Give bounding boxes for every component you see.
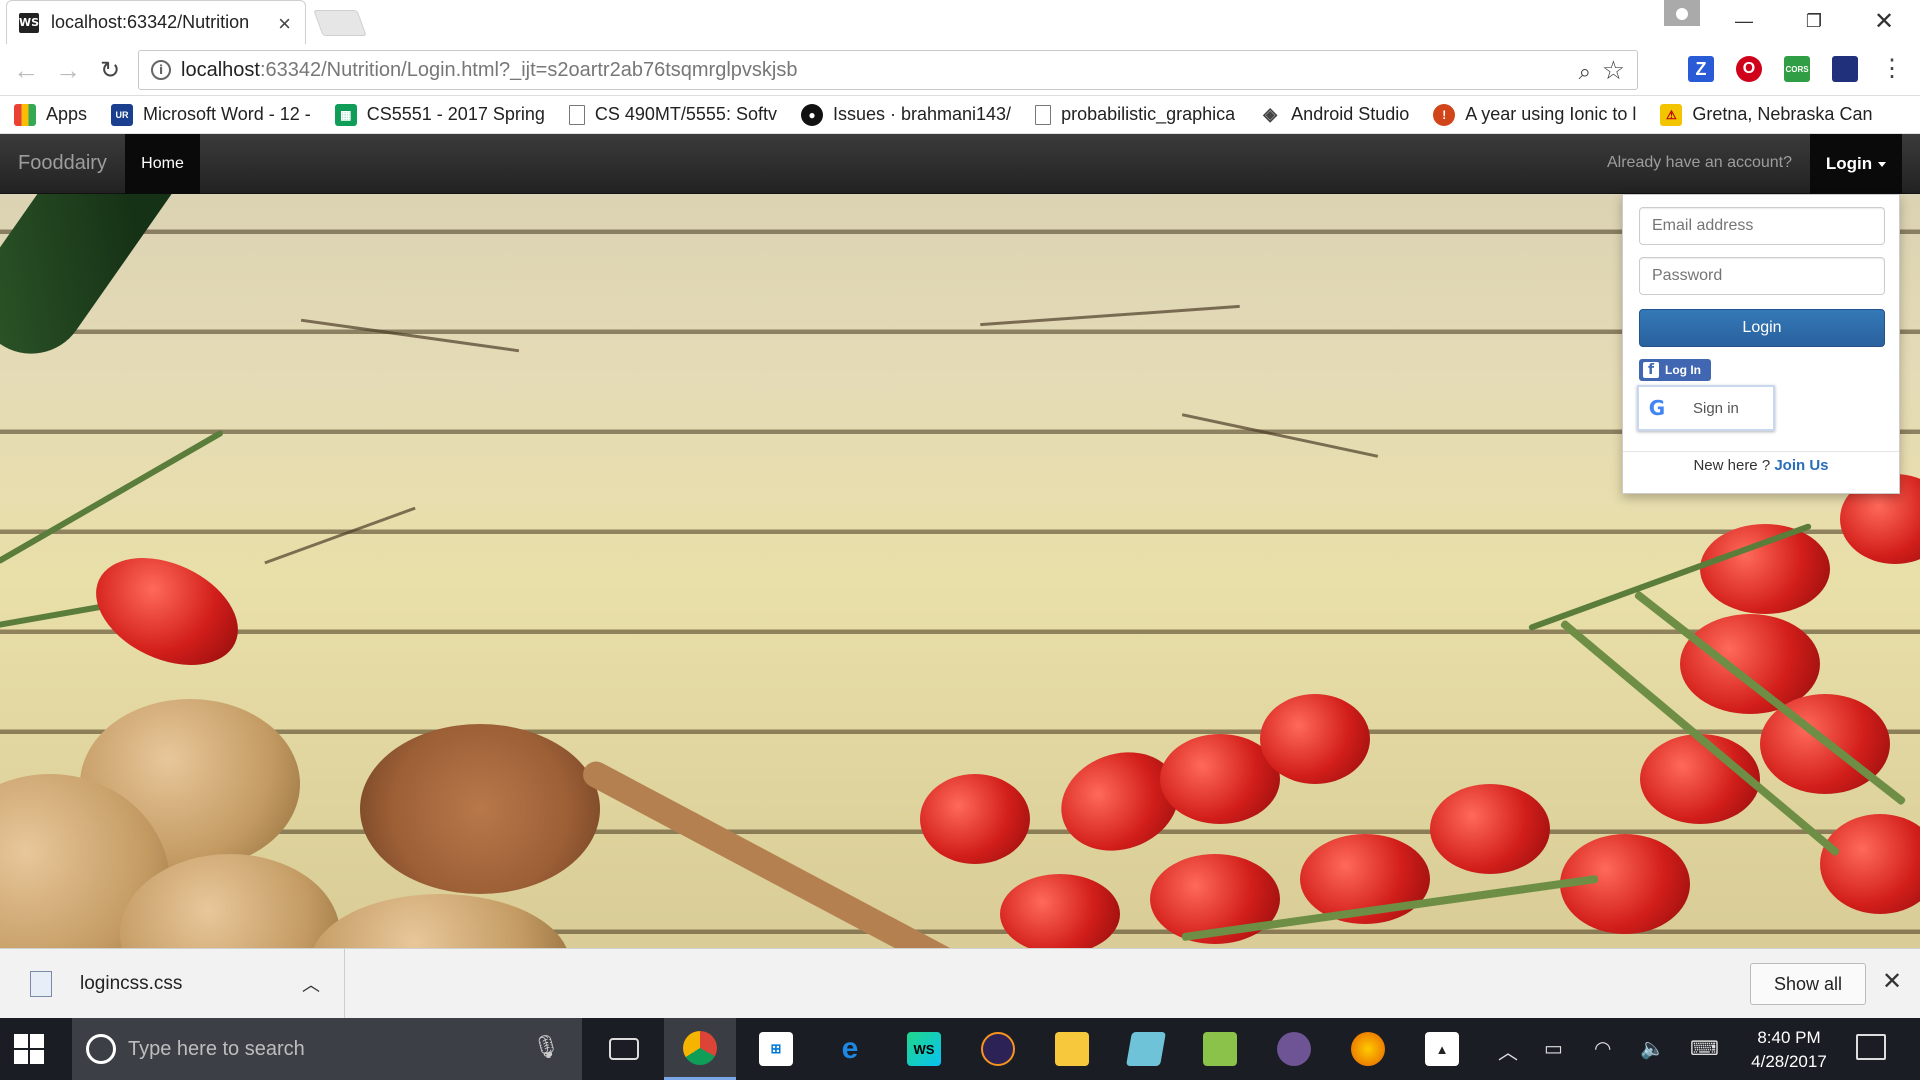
show-all-button[interactable]: Show all — [1750, 963, 1866, 1005]
bookmark-cs5551[interactable]: ▦ CS5551 - 2017 Spring — [334, 103, 545, 126]
battery-icon[interactable]: ▭ — [1544, 1036, 1563, 1061]
file-explorer-taskbar-icon[interactable] — [1036, 1018, 1108, 1080]
url-text: localhost:63342/Nutrition/Login.html?_ij… — [181, 58, 798, 81]
task-view-icon[interactable] — [588, 1018, 660, 1080]
account-question-text: Already have an account? — [1606, 154, 1792, 171]
email-field[interactable] — [1639, 207, 1885, 245]
profile-icon[interactable] — [1664, 0, 1700, 26]
photos-taskbar-icon[interactable]: ▲ — [1406, 1018, 1478, 1080]
system-clock[interactable]: 8:40 PM 4/28/2017 — [1742, 1026, 1836, 1074]
clock-date: 4/28/2017 — [1751, 1052, 1827, 1071]
reload-icon[interactable]: ↻ — [94, 54, 126, 86]
address-bar[interactable]: i localhost:63342/Nutrition/Login.html?_… — [138, 50, 1638, 90]
bookmark-apps[interactable]: Apps — [14, 103, 87, 126]
caret-down-icon — [1878, 161, 1887, 167]
android-studio-icon: ◈ — [1263, 104, 1278, 124]
download-item[interactable]: logincss.css ︿ — [0, 949, 345, 1019]
minimize-icon[interactable]: — — [1724, 6, 1764, 36]
tab-title: localhost:63342/Nutrition — [51, 12, 250, 32]
bookmarks-bar: Apps UR Microsoft Word - 12 - ▦ CS5551 -… — [0, 96, 1920, 134]
brand-logo[interactable]: Fooddairy — [18, 152, 107, 175]
flag-extension-icon[interactable] — [1832, 56, 1858, 82]
bookmark-probabilistic[interactable]: probabilistic_graphica — [1035, 104, 1235, 125]
css-file-icon — [30, 971, 52, 997]
z-extension-icon[interactable]: Z — [1688, 56, 1714, 82]
join-us-link[interactable]: Join Us — [1774, 457, 1828, 474]
new-tab-button[interactable] — [313, 10, 367, 36]
menu-icon[interactable]: ⋮ — [1880, 54, 1904, 83]
tab-close-icon[interactable]: × — [278, 11, 291, 37]
login-dropdown-toggle[interactable]: Login — [1810, 134, 1902, 194]
search-placeholder: Type here to search — [128, 1037, 305, 1060]
apps-grid-icon — [14, 103, 36, 126]
bookmark-ionic[interactable]: ! A year using Ionic to l — [1433, 103, 1636, 126]
login-submit-button[interactable]: Login — [1639, 309, 1885, 347]
bookmark-star-icon[interactable]: ☆ — [1602, 55, 1625, 86]
ionic-icon: ! — [1433, 103, 1456, 126]
bookmark-word[interactable]: UR Microsoft Word - 12 - — [111, 103, 311, 126]
login-dropdown: Login f Log In G Sign in New here ? Join… — [1622, 194, 1900, 494]
close-download-bar-icon[interactable]: ✕ — [1882, 967, 1902, 996]
login-toggle-label: Login — [1825, 154, 1873, 173]
page-viewport: Fooddairy Home Already have an account? … — [0, 134, 1920, 948]
nav-home-link[interactable]: Home — [125, 134, 200, 194]
site-navbar: Fooddairy Home Already have an account? … — [0, 134, 1920, 194]
edge-taskbar-icon[interactable]: e — [814, 1018, 886, 1080]
chevron-up-icon[interactable]: ︿ — [302, 971, 320, 997]
forward-icon[interactable]: → — [52, 54, 84, 86]
wifi-icon[interactable]: ◠ — [1594, 1036, 1611, 1061]
restore-icon[interactable]: ❐ — [1794, 6, 1834, 36]
cors-extension-icon[interactable]: CORS — [1784, 56, 1810, 82]
chrome-taskbar-icon[interactable] — [664, 1018, 736, 1080]
warning-icon: ⚠ — [1660, 103, 1683, 126]
page-icon — [568, 104, 585, 125]
facebook-login-label: Log In — [1665, 363, 1701, 377]
show-hidden-icons-icon[interactable]: ︿ — [1498, 1036, 1518, 1065]
webstorm-favicon-icon: WS — [19, 12, 39, 33]
sheets-icon: ▦ — [334, 103, 357, 126]
page-icon — [1035, 104, 1052, 125]
back-icon[interactable]: ← — [10, 54, 42, 86]
webstorm-taskbar-icon[interactable]: WS — [888, 1018, 960, 1080]
new-here-text: New here ? Join Us — [1693, 457, 1829, 474]
facebook-login-button[interactable]: f Log In — [1639, 359, 1711, 381]
microphone-icon[interactable]: 🎙 — [532, 1034, 560, 1060]
zoom-icon[interactable]: ⌕ — [1579, 59, 1591, 85]
umkc-icon: UR — [111, 103, 134, 126]
close-window-icon[interactable]: ✕ — [1864, 6, 1904, 36]
android-taskbar-icon[interactable] — [1184, 1018, 1256, 1080]
taskbar-search-box[interactable]: Type here to search 🎙 — [72, 1018, 582, 1080]
browser-tab[interactable]: WS localhost:63342/Nutrition × — [6, 0, 306, 44]
facebook-icon: f — [1643, 362, 1659, 378]
bookmark-gretna[interactable]: ⚠ Gretna, Nebraska Can — [1660, 103, 1872, 126]
eclipse-taskbar-icon[interactable] — [962, 1018, 1034, 1080]
bookmark-cs490[interactable]: CS 490MT/5555: Softv — [568, 104, 777, 125]
bookmark-issues[interactable]: ● Issues · brahmani143/ — [800, 103, 1011, 126]
password-field[interactable] — [1639, 257, 1885, 295]
action-center-icon[interactable] — [1856, 1034, 1886, 1060]
notepad-taskbar-icon[interactable] — [1110, 1018, 1182, 1080]
github-icon: ● — [800, 103, 823, 126]
github-desktop-taskbar-icon[interactable] — [1258, 1018, 1330, 1080]
google-icon: G — [1648, 396, 1666, 420]
firefox-taskbar-icon[interactable] — [1332, 1018, 1404, 1080]
dropdown-divider — [1623, 451, 1899, 452]
volume-icon[interactable]: 🔈 — [1640, 1036, 1665, 1061]
tab-strip: WS localhost:63342/Nutrition × — ❐ ✕ — [0, 0, 1920, 44]
windows-start-icon[interactable] — [14, 1034, 44, 1064]
browser-toolbar: ← → ↻ i localhost:63342/Nutrition/Login.… — [0, 44, 1920, 96]
info-icon[interactable]: i — [151, 60, 171, 80]
cortana-icon — [86, 1034, 116, 1064]
google-signin-button[interactable]: G Sign in — [1637, 385, 1775, 431]
download-bar: logincss.css ︿ Show all ✕ — [0, 948, 1920, 1019]
opera-extension-icon[interactable]: O — [1736, 56, 1762, 82]
bookmark-android-studio[interactable]: ◈ Android Studio — [1259, 104, 1409, 126]
windows-taskbar: Type here to search 🎙 ⊞ e WS ▲ ︿ ▭ ◠ 🔈 ⌨… — [0, 1018, 1920, 1080]
clock-time: 8:40 PM — [1757, 1028, 1821, 1047]
keyboard-icon[interactable]: ⌨ — [1690, 1036, 1719, 1061]
store-taskbar-icon[interactable]: ⊞ — [740, 1018, 812, 1080]
google-signin-label: Sign in — [1693, 399, 1739, 417]
download-filename: logincss.css — [80, 973, 183, 994]
